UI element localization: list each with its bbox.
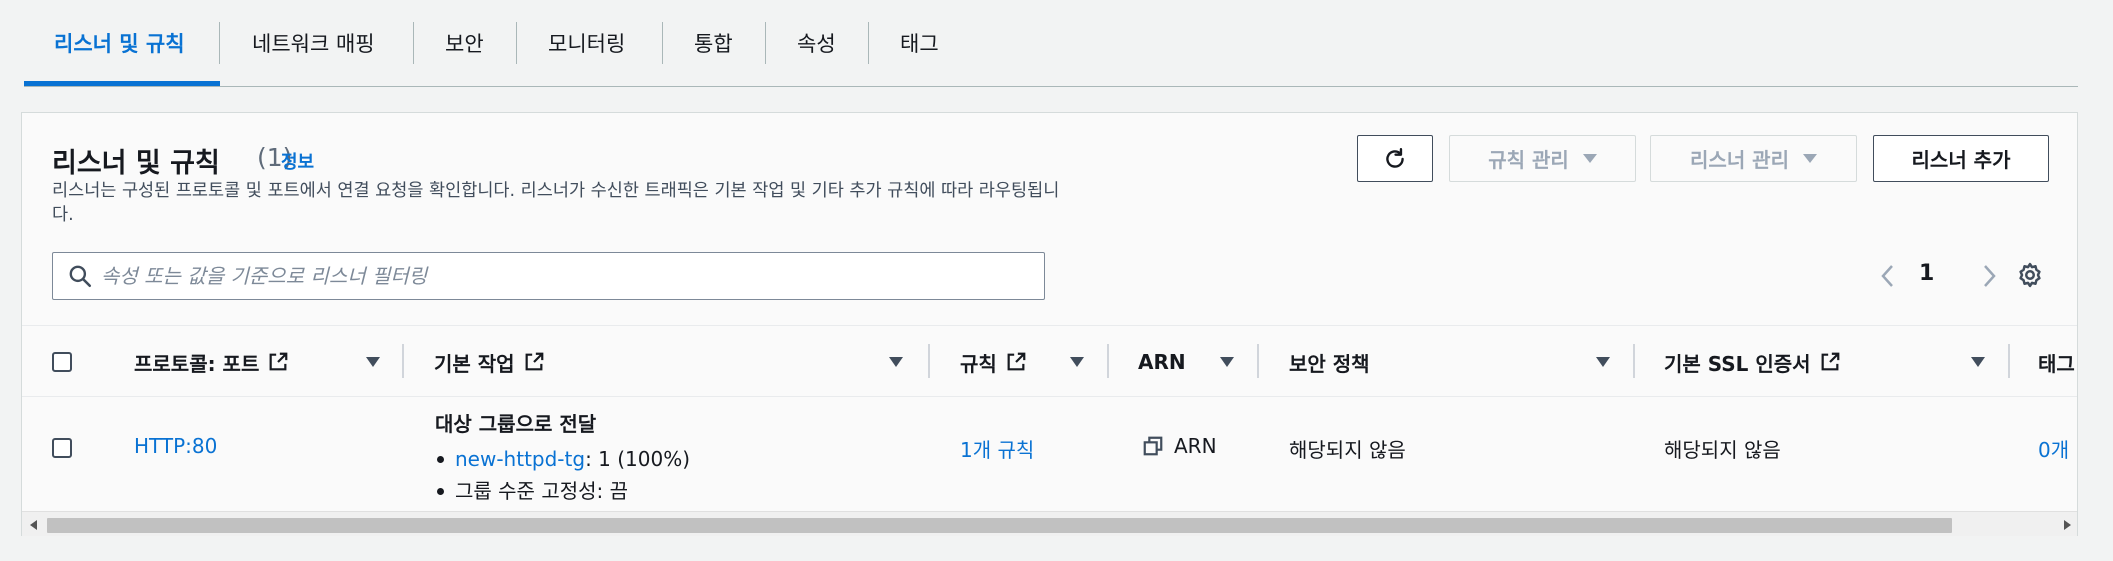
column-resizer[interactable] bbox=[2008, 344, 2010, 378]
rules-link[interactable]: 1개 규칙 bbox=[960, 434, 1034, 463]
stickiness-status: 그룹 수준 고정성: 끔 bbox=[455, 479, 629, 503]
tab-attributes[interactable]: 속성 bbox=[797, 0, 836, 86]
tab-separator bbox=[765, 22, 766, 64]
current-page[interactable]: 1 bbox=[1919, 261, 1934, 286]
horizontal-scrollbar[interactable] bbox=[22, 511, 2077, 536]
column-header-ssl-certificate[interactable]: 기본 SSL 인증서 bbox=[1664, 326, 1841, 398]
copy-icon bbox=[1143, 436, 1163, 456]
column-resizer[interactable] bbox=[402, 344, 404, 378]
scroll-right-arrow-icon[interactable] bbox=[2064, 520, 2071, 530]
page-title: 리스너 및 규칙 bbox=[52, 148, 220, 179]
caret-down-icon bbox=[1582, 154, 1597, 163]
tab-bar: 리스너 및 규칙 네트워크 매핑 보안 모니터링 통합 속성 태그 bbox=[24, 0, 2078, 87]
tab-separator bbox=[413, 22, 414, 64]
tab-network-mapping[interactable]: 네트워크 매핑 bbox=[252, 0, 375, 86]
tab-integration[interactable]: 통합 bbox=[694, 0, 733, 86]
column-resizer[interactable] bbox=[1633, 344, 1635, 378]
refresh-icon bbox=[1386, 147, 1404, 168]
tab-monitoring[interactable]: 모니터링 bbox=[548, 0, 625, 86]
target-group-link[interactable]: new-httpd-tg bbox=[455, 447, 585, 471]
row-checkbox[interactable] bbox=[52, 438, 72, 458]
tab-security[interactable]: 보안 bbox=[445, 0, 484, 86]
search-icon bbox=[69, 265, 92, 288]
column-header-rules[interactable]: 규칙 bbox=[960, 326, 1027, 398]
ssl-certificate-value: 해당되지 않음 bbox=[1664, 438, 1781, 462]
tab-separator bbox=[662, 22, 663, 64]
tab-separator bbox=[219, 22, 220, 64]
manage-listener-label: 리스너 관리 bbox=[1690, 148, 1789, 172]
sort-caret-icon[interactable] bbox=[1070, 357, 1084, 367]
listeners-panel: 리스너 및 규칙 (1) 정보 리스너는 구성된 프로토콜 및 포트에서 연결 … bbox=[21, 112, 2078, 536]
external-link-icon bbox=[1821, 352, 1839, 371]
add-listener-button[interactable]: 리스너 추가 bbox=[1873, 135, 2049, 182]
scroll-left-arrow-icon[interactable] bbox=[30, 520, 37, 530]
manage-listener-button[interactable]: 리스너 관리 bbox=[1650, 135, 1857, 182]
arn-copy[interactable]: ARN bbox=[1142, 434, 1217, 458]
info-link[interactable]: 정보 bbox=[281, 148, 314, 174]
list-item: new-httpd-tg: 1 (100%) bbox=[435, 443, 690, 475]
column-resizer[interactable] bbox=[1257, 344, 1259, 378]
sort-caret-icon[interactable] bbox=[1596, 357, 1610, 367]
panel-description: 리스너는 구성된 프로토콜 및 포트에서 연결 요청을 확인합니다. 리스너가 … bbox=[52, 181, 1060, 225]
tab-separator bbox=[868, 22, 869, 64]
column-header-default-action[interactable]: 기본 작업 bbox=[434, 326, 545, 398]
arn-label: ARN bbox=[1174, 434, 1217, 458]
external-link-icon bbox=[525, 352, 543, 371]
column-header-security-policy[interactable]: 보안 정책 bbox=[1289, 326, 1370, 398]
security-policy-value: 해당되지 않음 bbox=[1289, 438, 1406, 462]
sort-caret-icon[interactable] bbox=[1971, 357, 1985, 367]
protocol-port-link[interactable]: HTTP:80 bbox=[134, 434, 217, 458]
target-group-weight: : 1 (100%) bbox=[585, 447, 691, 471]
column-header-arn[interactable]: ARN bbox=[1138, 326, 1186, 398]
list-item: 그룹 수준 고정성: 끔 bbox=[435, 475, 690, 507]
scrollbar-thumb[interactable] bbox=[47, 518, 1952, 533]
table-row: HTTP:80 대상 그룹으로 전달 new-httpd-tg: 1 (100%… bbox=[22, 398, 2077, 507]
active-tab-indicator bbox=[24, 81, 220, 86]
external-link-icon bbox=[1007, 352, 1026, 371]
caret-down-icon bbox=[1802, 154, 1817, 163]
refresh-button[interactable] bbox=[1357, 135, 1433, 182]
tab-tags[interactable]: 태그 bbox=[900, 0, 939, 86]
sort-caret-icon[interactable] bbox=[889, 357, 903, 367]
filter-input[interactable] bbox=[101, 264, 1001, 288]
default-action-details: new-httpd-tg: 1 (100%) 그룹 수준 고정성: 끔 bbox=[435, 443, 690, 507]
manage-rules-label: 규칙 관리 bbox=[1488, 148, 1569, 172]
default-action-title: 대상 그룹으로 전달 bbox=[435, 412, 597, 436]
external-link-icon bbox=[269, 352, 288, 371]
column-resizer[interactable] bbox=[1107, 344, 1109, 378]
sort-caret-icon[interactable] bbox=[366, 357, 380, 367]
tags-link[interactable]: 0개 bbox=[2038, 434, 2069, 463]
filter-search-box[interactable] bbox=[52, 252, 1045, 300]
column-header-protocol-port[interactable]: 프로토콜: 포트 bbox=[134, 326, 289, 398]
tab-separator bbox=[516, 22, 517, 64]
column-resizer[interactable] bbox=[928, 344, 930, 378]
manage-rules-button[interactable]: 규칙 관리 bbox=[1449, 135, 1636, 182]
column-header-tags[interactable]: 태그 bbox=[2038, 326, 2075, 398]
settings-gear-icon[interactable] bbox=[2015, 261, 2045, 291]
next-page-icon[interactable] bbox=[1978, 261, 2000, 291]
prev-page-icon[interactable] bbox=[1877, 261, 1899, 291]
table-header: 프로토콜: 포트 기본 작업 규칙 ARN 보안 정책 기본 SSL 인증서 태… bbox=[22, 325, 2077, 398]
select-all-checkbox[interactable] bbox=[52, 352, 72, 372]
sort-caret-icon[interactable] bbox=[1220, 357, 1234, 367]
tab-listeners-rules[interactable]: 리스너 및 규칙 bbox=[54, 0, 185, 86]
